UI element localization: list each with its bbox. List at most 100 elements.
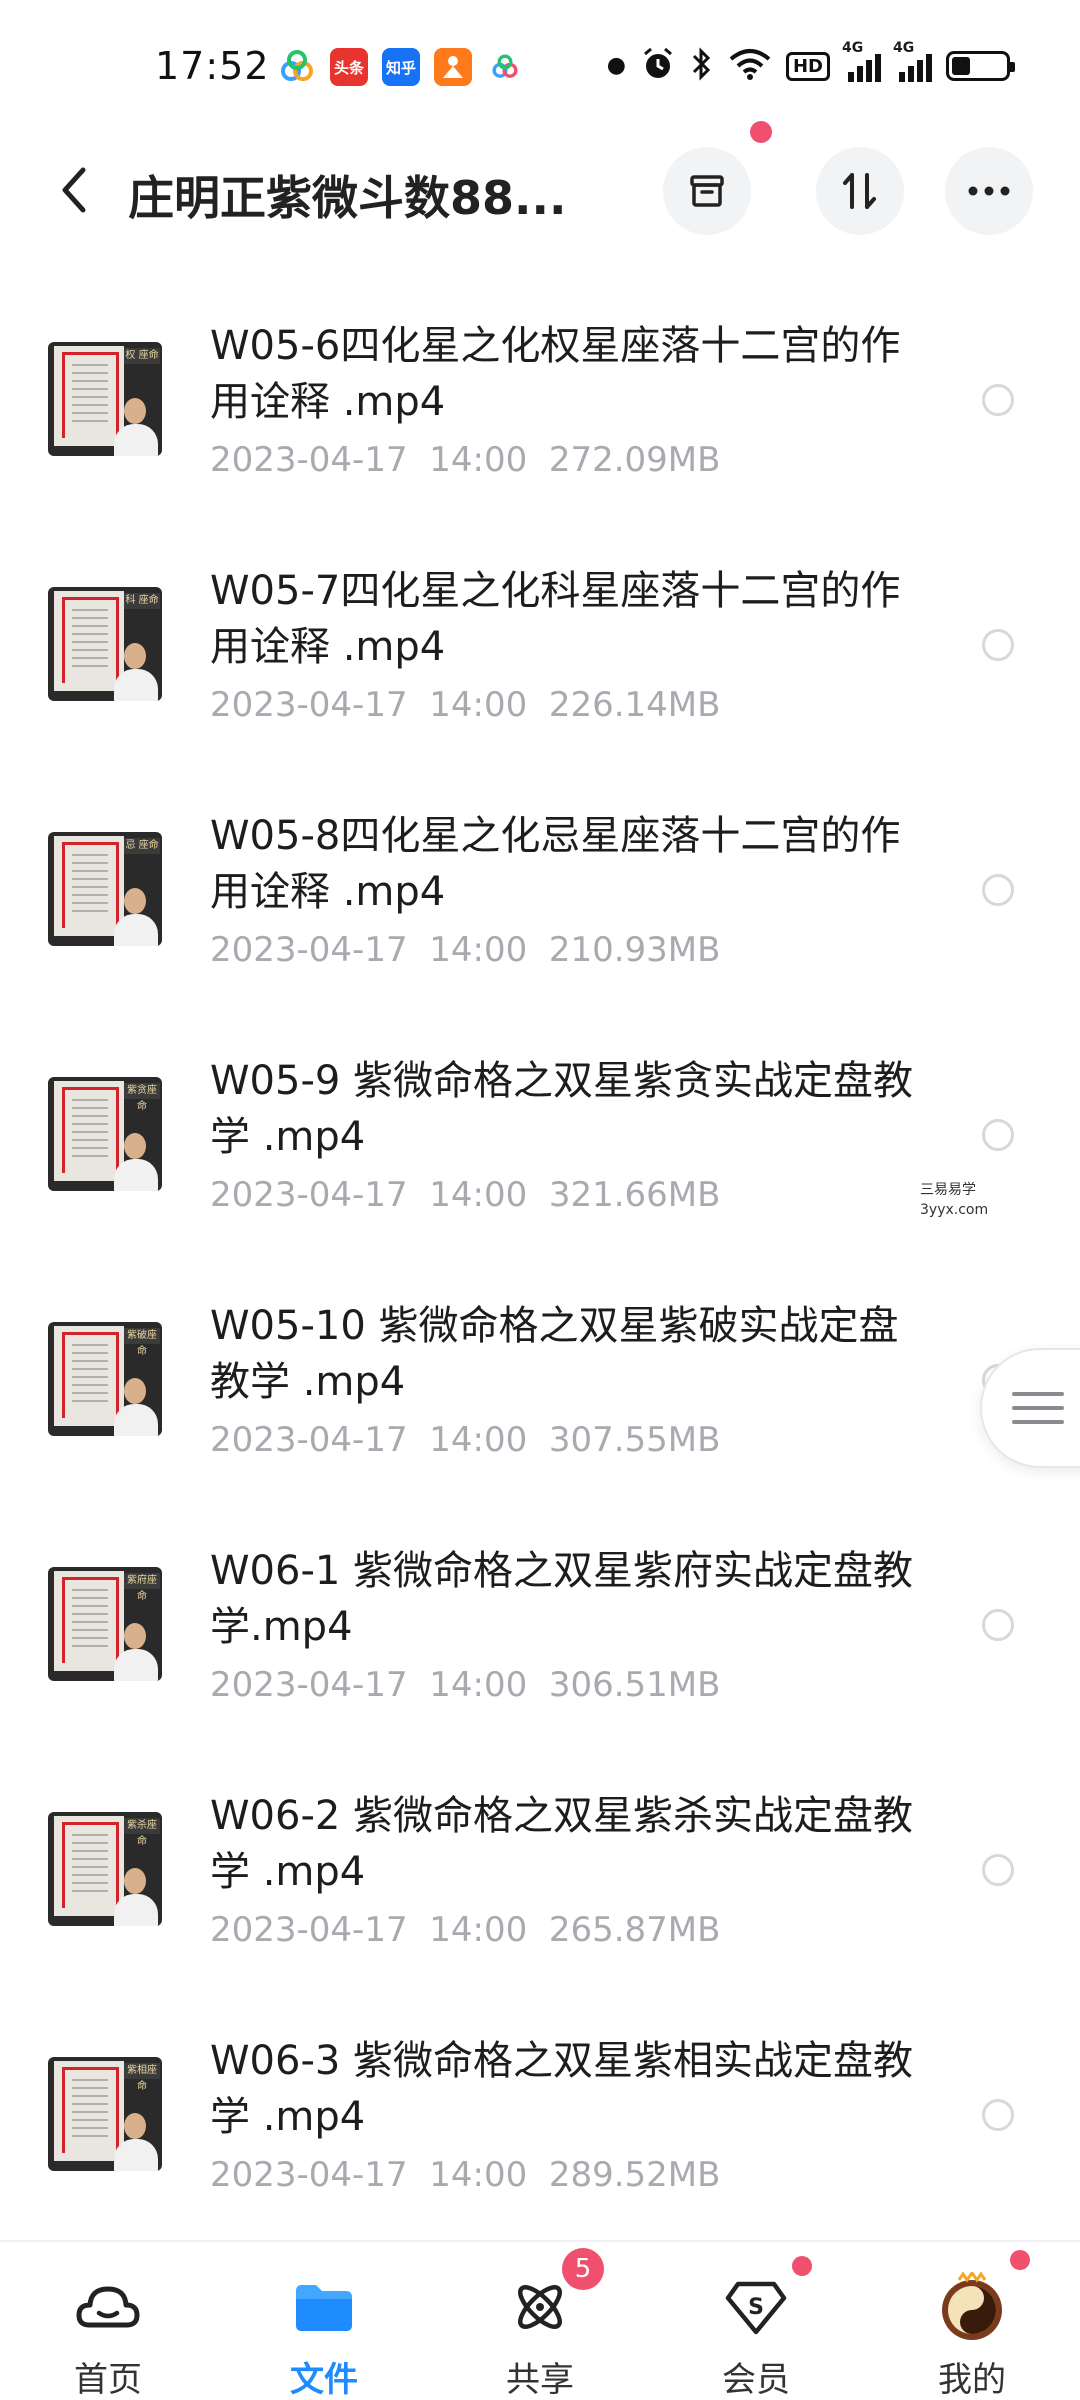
file-row[interactable]: 科 座命 W05-7四化星之化科星座落十二宫的作用诠释 .mp4 2023-04… [0,545,1080,790]
file-meta: 2023-04-17 14:00 306.51MB [210,1665,720,1705]
avatar-icon [937,2272,1007,2342]
file-row[interactable]: 权 座命 W05-6四化星之化权星座落十二宫的作用诠释 .mp4 2023-04… [0,300,1080,545]
nav-profile[interactable]: 我的 [892,2242,1052,2400]
select-radio[interactable] [982,874,1014,906]
thumbnail-label: 科 座命 [124,593,160,609]
status-bar: 17:52 头条 知乎 ● HD 4G 4G [0,0,1080,130]
file-date: 2023-04-17 [210,440,408,480]
file-date: 2023-04-17 [210,685,408,725]
file-date: 2023-04-17 [210,1175,408,1215]
chevron-left-icon [62,167,86,213]
video-thumbnail: 紫贪座命 [48,1077,162,1191]
file-time: 14:00 [429,1175,528,1215]
file-row[interactable]: 紫破座命 W05-10 紫微命格之双星紫破实战定盘教学 .mp4 2023-04… [0,1280,1080,1525]
home-cloud-icon [73,2272,143,2342]
file-name: W06-2 紫微命格之双星紫杀实战定盘教学 .mp4 [210,1793,914,1895]
video-thumbnail: 紫府座命 [48,1567,162,1681]
sort-arrows-icon [843,173,876,209]
nav-files-label: 文件 [290,2360,358,2400]
thumbnail-label: 权 座命 [124,348,160,364]
file-meta: 2023-04-17 14:00 210.93MB [210,930,720,970]
file-row[interactable]: 紫相座命 W06-3 紫微命格之双星紫相实战定盘教学 .mp4 2023-04-… [0,2015,1080,2260]
thumbnail-label: 紫杀座命 [124,1818,160,1847]
archive-button[interactable] [663,147,751,235]
archive-notification-dot [750,121,772,143]
battery-level [952,57,971,75]
back-button[interactable] [44,158,104,222]
watermark: 三易易学 3yyx.com [920,1180,988,1220]
file-time: 14:00 [429,1665,528,1705]
file-time: 14:00 [429,930,528,970]
video-thumbnail: 权 座命 [48,342,162,456]
file-date: 2023-04-17 [210,1665,408,1705]
status-app-icons: 头条 知乎 [278,48,524,86]
bottom-navigation: 首页 文件 5 共享 S 会员 我的 [0,2240,1080,2400]
file-name: W05-7四化星之化科星座落十二宫的作用诠释 .mp4 [210,568,901,670]
file-date: 2023-04-17 [210,1420,408,1460]
watermark-line1: 三易易学 [920,1182,976,1198]
file-name: W05-8四化星之化忌星座落十二宫的作用诠释 .mp4 [210,813,901,915]
nav-member[interactable]: S 会员 [676,2242,836,2400]
file-time: 14:00 [429,440,528,480]
file-name: W05-9 紫微命格之双星紫贪实战定盘教学 .mp4 [210,1058,914,1160]
share-badge: 5 [562,2248,604,2290]
file-size: 210.93MB [548,930,721,970]
video-thumbnail: 紫破座命 [48,1322,162,1436]
file-size: 307.55MB [548,1420,721,1460]
file-name: W05-6四化星之化权星座落十二宫的作用诠释 .mp4 [210,323,901,425]
file-time: 14:00 [429,2155,528,2195]
file-meta: 2023-04-17 14:00 289.52MB [210,2155,720,2195]
profile-notification-dot [1010,2250,1030,2270]
file-date: 2023-04-17 [210,2155,408,2195]
file-row[interactable]: 忌 座命 W05-8四化星之化忌星座落十二宫的作用诠释 .mp4 2023-04… [0,790,1080,1035]
file-time: 14:00 [429,1420,528,1460]
page-title: 庄明正紫微斗数88... [128,171,567,225]
nav-share[interactable]: 5 共享 [460,2242,620,2400]
select-radio[interactable] [982,1854,1014,1886]
share-atom-icon [505,2272,575,2342]
thumbnail-label: 紫贪座命 [124,1083,160,1112]
nav-home[interactable]: 首页 [28,2242,188,2400]
svg-text:S: S [748,2295,764,2320]
file-row[interactable]: 紫杀座命 W06-2 紫微命格之双星紫杀实战定盘教学 .mp4 2023-04-… [0,1770,1080,2015]
select-radio[interactable] [982,384,1014,416]
cloud-app-icon [278,48,316,86]
battery-icon [946,51,1015,81]
toutiao-app-icon: 头条 [330,48,368,86]
hd-voice-icon: HD [785,51,830,81]
more-button[interactable] [945,147,1033,235]
folder-icon [289,2272,359,2342]
file-meta: 2023-04-17 14:00 265.87MB [210,1910,720,1950]
nav-profile-label: 我的 [938,2360,1006,2400]
file-row[interactable]: 紫府座命 W06-1 紫微命格之双星紫府实战定盘教学.mp4 2023-04-1… [0,1525,1080,1770]
file-meta: 2023-04-17 14:00 226.14MB [210,685,720,725]
video-thumbnail: 紫杀座命 [48,1812,162,1926]
hamburger-icon [1012,1392,1064,1424]
file-size: 289.52MB [548,2155,721,2195]
watermark-line2: 3yyx.com [920,1202,989,1218]
select-radio[interactable] [982,2099,1014,2131]
bluetooth-icon [690,46,714,86]
file-name: W05-10 紫微命格之双星紫破实战定盘教学 .mp4 [210,1303,899,1405]
file-size: 272.09MB [548,440,721,480]
file-date: 2023-04-17 [210,930,408,970]
select-radio[interactable] [982,1119,1014,1151]
file-name: W06-1 紫微命格之双星紫府实战定盘教学.mp4 [210,1548,914,1650]
thumbnail-label: 紫府座命 [124,1573,160,1602]
file-meta: 2023-04-17 14:00 272.09MB [210,440,720,480]
signal-2-icon: 4G [893,40,932,82]
nav-files[interactable]: 文件 [244,2242,404,2400]
file-size: 321.66MB [548,1175,721,1215]
file-meta: 2023-04-17 14:00 321.66MB [210,1175,720,1215]
sort-button[interactable] [816,147,904,235]
video-thumbnail: 忌 座命 [48,832,162,946]
top-app-bar: 庄明正紫微斗数88... [0,121,1080,250]
select-radio[interactable] [982,629,1014,661]
file-name: W06-3 紫微命格之双星紫相实战定盘教学 .mp4 [210,2038,914,2140]
archive-box-icon [690,175,724,207]
thumbnail-label: 紫相座命 [124,2063,160,2092]
nav-home-label: 首页 [74,2360,142,2400]
select-radio[interactable] [982,1609,1014,1641]
file-date: 2023-04-17 [210,1910,408,1950]
file-row[interactable]: 紫贪座命 W05-9 紫微命格之双星紫贪实战定盘教学 .mp4 2023-04-… [0,1035,1080,1280]
